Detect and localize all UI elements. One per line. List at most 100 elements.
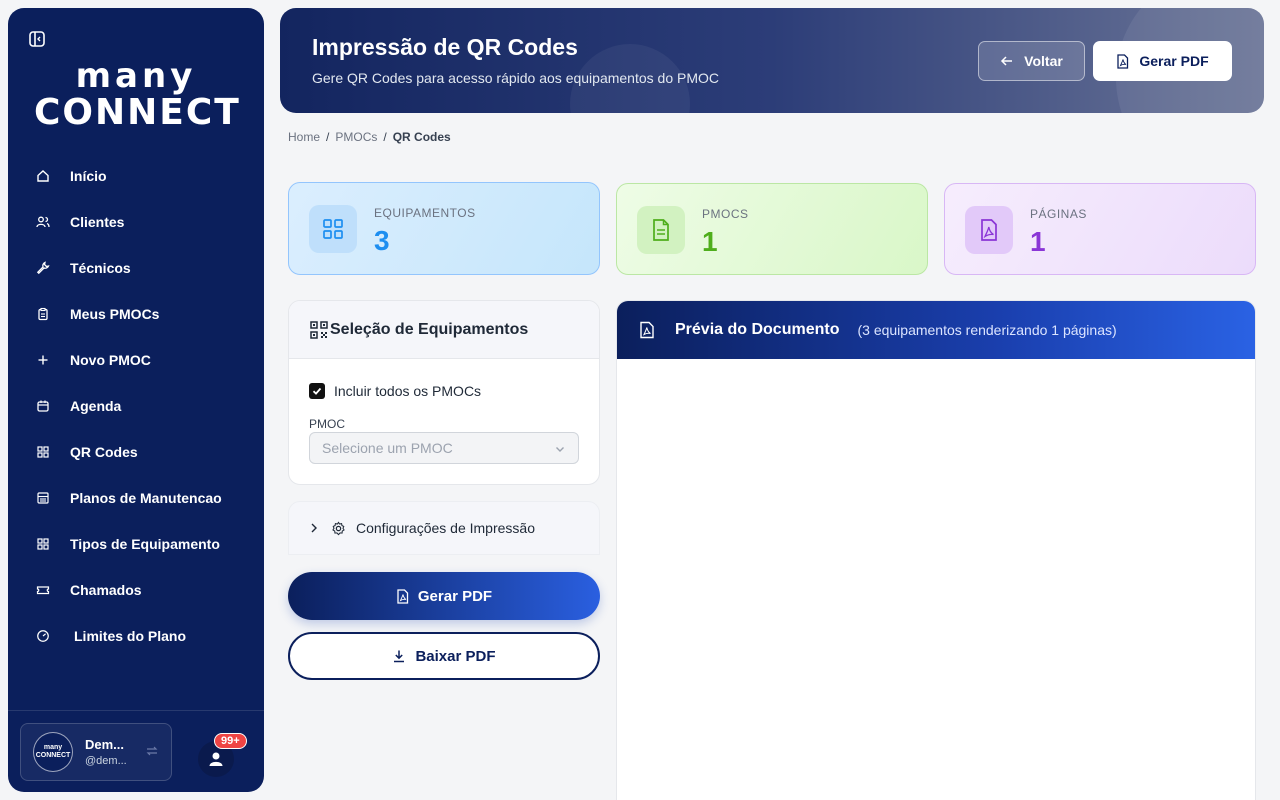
- sidebar-item-label: Planos de Manutencao: [70, 490, 222, 506]
- header-generate-pdf-label: Gerar PDF: [1139, 53, 1209, 69]
- sidebar-item-clientes[interactable]: Clientes: [8, 199, 264, 245]
- document-preview-panel: Prévia do Documento (3 equipamentos rend…: [616, 300, 1256, 800]
- qr-code-icon: [310, 320, 328, 339]
- sidebar-item-label: QR Codes: [70, 444, 138, 460]
- pmoc-field-label: PMOC: [309, 417, 345, 431]
- chevron-right-icon: [311, 523, 317, 533]
- preview-subtitle: (3 equipamentos renderizando 1 páginas): [857, 322, 1117, 338]
- print-settings-label: Configurações de Impressão: [356, 520, 535, 536]
- nav-scroll-fade: [8, 668, 264, 708]
- stat-value: 3: [374, 225, 390, 256]
- sidebar-nav: Início Clientes Técnicos Meus PMOCs Novo…: [8, 153, 264, 659]
- ticket-icon: [36, 583, 50, 597]
- stat-card-equipamentos: EQUIPAMENTOS 3: [288, 182, 600, 275]
- download-pdf-button[interactable]: Baixar PDF: [288, 632, 600, 680]
- stat-value: 1: [702, 226, 718, 257]
- sidebar-item-planos[interactable]: Planos de Manutencao: [8, 475, 264, 521]
- breadcrumb: Home / PMOCs / QR Codes: [288, 130, 451, 144]
- qr-grid-icon: [36, 445, 50, 459]
- pdf-file-icon: [640, 321, 654, 339]
- stat-card-pmocs: PMOCS 1: [616, 183, 928, 275]
- sidebar-item-inicio[interactable]: Início: [8, 153, 264, 199]
- stat-label: PMOCS: [702, 207, 749, 221]
- sidebar-item-agenda[interactable]: Agenda: [8, 383, 264, 429]
- back-button-label: Voltar: [1024, 53, 1063, 69]
- gauge-icon: [36, 629, 50, 643]
- breadcrumb-pmocs[interactable]: PMOCs: [335, 130, 377, 144]
- page-title: Impressão de QR Codes: [312, 34, 578, 60]
- sidebar-item-label: Chamados: [70, 582, 142, 598]
- stat-card-paginas: PÁGINAS 1: [944, 183, 1256, 275]
- sidebar-item-novo-pmoc[interactable]: Novo PMOC: [8, 337, 264, 383]
- selection-title: Seleção de Equipamentos: [330, 320, 529, 338]
- users-icon: [36, 215, 50, 229]
- plus-icon: [36, 353, 50, 367]
- sidebar-item-chamados[interactable]: Chamados: [8, 567, 264, 613]
- sidebar-item-qr-codes[interactable]: QR Codes: [8, 429, 264, 475]
- wrench-icon: [36, 261, 50, 275]
- generate-pdf-label: Gerar PDF: [417, 587, 493, 605]
- pmoc-select-placeholder: Selecione um PMOC: [322, 440, 453, 456]
- sidebar-item-tecnicos[interactable]: Técnicos: [8, 245, 264, 291]
- sidebar-item-label: Meus PMOCs: [70, 306, 160, 322]
- sidebar-collapse-icon[interactable]: [28, 30, 46, 48]
- avatar: many CONNECT: [33, 732, 73, 772]
- clipboard-icon: [36, 307, 50, 321]
- preview-header: Prévia do Documento (3 equipamentos rend…: [617, 301, 1255, 359]
- user-handle: @dem...: [85, 755, 127, 767]
- generate-pdf-button[interactable]: Gerar PDF: [288, 572, 600, 620]
- pmoc-select[interactable]: Selecione um PMOC: [309, 432, 579, 464]
- grid-icon: [309, 205, 357, 253]
- back-button[interactable]: Voltar: [978, 41, 1085, 81]
- user-profile-card[interactable]: many CONNECT Dem... @dem...: [20, 723, 172, 781]
- logo: many CONNECT: [34, 58, 241, 133]
- user-info: Dem... @dem...: [85, 737, 145, 767]
- gear-icon: [332, 521, 345, 535]
- stat-value: 1: [1030, 226, 1046, 257]
- breadcrumb-separator: /: [383, 130, 387, 144]
- stat-label: PÁGINAS: [1030, 207, 1087, 221]
- download-pdf-label: Baixar PDF: [415, 647, 496, 665]
- sidebar-item-label: Tipos de Equipamento: [70, 536, 220, 552]
- sidebar-item-limites[interactable]: Limites do Plano: [8, 613, 264, 659]
- sidebar-item-label: Agenda: [70, 398, 122, 414]
- checkmark-icon: [312, 387, 322, 395]
- include-all-label: Incluir todos os PMOCs: [334, 383, 482, 399]
- switch-account-icon: [145, 744, 159, 758]
- breadcrumb-home[interactable]: Home: [288, 130, 320, 144]
- calendar-icon: [36, 399, 50, 413]
- checkbox-checked[interactable]: [309, 383, 325, 399]
- logo-line2: CONNECT: [34, 92, 241, 133]
- avatar-line2: CONNECT: [35, 752, 71, 759]
- home-icon: [36, 169, 50, 183]
- preview-title: Prévia do Documento: [675, 321, 840, 338]
- avatar-line1: many: [43, 744, 63, 751]
- chevron-down-icon: [556, 447, 564, 452]
- header-generate-pdf-button[interactable]: Gerar PDF: [1093, 41, 1232, 81]
- arrow-left-icon: [1001, 56, 1013, 66]
- preview-canvas: [617, 359, 1255, 800]
- sidebar-item-label: Técnicos: [70, 260, 131, 276]
- sidebar: many CONNECT Início Clientes Técnicos Me…: [8, 8, 264, 792]
- notification-badge: 99+: [214, 733, 247, 749]
- page-header: Impressão de QR Codes Gere QR Codes para…: [280, 8, 1264, 113]
- pdf-file-icon: [397, 588, 409, 604]
- breadcrumb-separator: /: [326, 130, 330, 144]
- grid-icon: [36, 537, 50, 551]
- selection-header: Seleção de Equipamentos: [289, 301, 599, 359]
- pdf-file-icon: [1117, 53, 1129, 69]
- list-icon: [36, 491, 50, 505]
- pdf-file-icon: [965, 206, 1013, 254]
- breadcrumb-current: QR Codes: [392, 130, 451, 144]
- sidebar-item-meus-pmocs[interactable]: Meus PMOCs: [8, 291, 264, 337]
- sidebar-item-label: Clientes: [70, 214, 125, 230]
- sidebar-item-tipos-equipamento[interactable]: Tipos de Equipamento: [8, 521, 264, 567]
- equipment-selection-card: Seleção de Equipamentos Incluir todos os…: [288, 300, 600, 485]
- sidebar-item-label: Novo PMOC: [70, 352, 151, 368]
- print-settings-toggle[interactable]: Configurações de Impressão: [288, 501, 600, 555]
- user-name: Dem...: [85, 737, 125, 752]
- sidebar-item-label: Início: [70, 168, 107, 184]
- stat-label: EQUIPAMENTOS: [374, 206, 476, 220]
- sidebar-item-label: Limites do Plano: [74, 628, 187, 644]
- include-all-pmocs-checkbox[interactable]: Incluir todos os PMOCs: [309, 383, 481, 399]
